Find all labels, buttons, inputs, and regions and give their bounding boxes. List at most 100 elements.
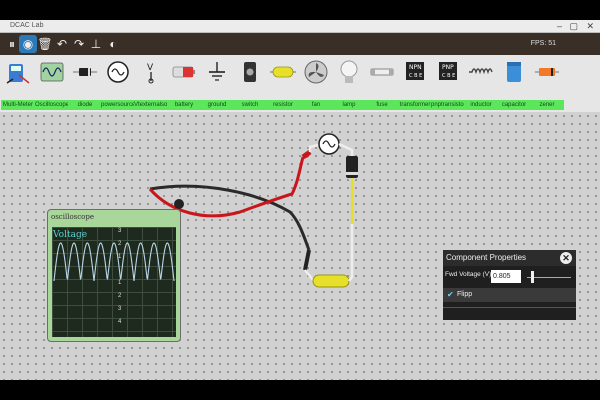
circuit-canvas[interactable]: oscilloscope Voltage 3 2 1 1 2 3 4 Compo… xyxy=(0,112,600,380)
ac-source-icon xyxy=(104,59,132,85)
maximize-button[interactable]: ▢ xyxy=(569,20,578,32)
fwd-voltage-row: Fwd Voltage (V) xyxy=(443,268,576,286)
palette-label: battery xyxy=(167,100,201,110)
resistor-icon xyxy=(269,59,297,85)
palette-item-multimeter[interactable]: Multi-Meter xyxy=(1,57,35,110)
palette-item-capacitor[interactable]: capacitor xyxy=(497,57,531,110)
flip-label: Flipp xyxy=(457,291,473,298)
ground-icon xyxy=(203,59,231,85)
inductor-icon xyxy=(467,59,495,85)
pnp-transistor-icon: PNP C B E xyxy=(434,59,462,85)
check-icon: ✔ xyxy=(447,290,454,299)
pointer-icon: ◉ xyxy=(22,37,34,51)
redo-button[interactable]: ↷ xyxy=(70,35,88,53)
fan-icon xyxy=(302,59,330,85)
svg-text:C B E: C B E xyxy=(442,73,455,79)
switch-icon xyxy=(236,59,264,85)
wire xyxy=(304,269,314,281)
palette-label: pnptransistor xyxy=(431,100,465,110)
undo-button[interactable]: ↶ xyxy=(53,35,71,53)
gauge-icon: ◐ xyxy=(109,37,117,51)
svg-text:NPN: NPN xyxy=(409,64,422,71)
fwd-voltage-label: Fwd Voltage (V) xyxy=(445,271,492,278)
divider xyxy=(443,307,576,308)
battery-icon xyxy=(170,59,198,85)
palette-label: switch xyxy=(233,100,267,110)
palette-item-zener[interactable]: zener xyxy=(530,57,564,110)
palette-item-fan[interactable]: fan xyxy=(299,57,333,110)
flip-row[interactable]: ✔ Flipp xyxy=(443,288,576,302)
component-palette: Multi-Meter Oscilloscope diode powersour… xyxy=(0,55,600,113)
multimeter-icon xyxy=(4,59,32,85)
diode-icon xyxy=(71,59,99,85)
svg-text:C B E: C B E xyxy=(409,73,422,79)
oscilloscope-screen: Voltage 3 2 1 1 2 3 4 xyxy=(52,227,176,337)
component-properties-panel: Component Properties ✕ Fwd Voltage (V) ✔… xyxy=(443,250,576,320)
pause-icon: ⏸ xyxy=(8,36,15,51)
palette-item-powersource[interactable]: powersource xyxy=(101,57,135,110)
window-title: DCAC Lab xyxy=(10,22,44,29)
close-window-button[interactable]: ✕ xyxy=(586,20,594,32)
toolbar: ⏸ ◉ 🗑 ↶ ↷ ⊥ ◐ FPS: 51 xyxy=(0,33,600,55)
capacitor-icon xyxy=(500,59,528,85)
close-icon[interactable]: ✕ xyxy=(560,252,572,264)
palette-label: Oscilloscope xyxy=(35,100,69,110)
palette-label: Multi-Meter xyxy=(1,100,35,110)
palette-item-resistor[interactable]: resistor xyxy=(266,57,300,110)
palette-item-battery[interactable]: battery xyxy=(167,57,201,110)
minimize-button[interactable]: – xyxy=(557,20,562,32)
fps-counter: FPS: 51 xyxy=(530,40,556,47)
diode-band xyxy=(346,172,358,175)
palette-label: capacitor xyxy=(497,100,531,110)
resistor-component xyxy=(312,274,350,288)
oscilloscope-icon xyxy=(38,59,66,85)
voltage-trace xyxy=(53,242,175,282)
palette-label: lamp xyxy=(332,100,366,110)
palette-item-diode[interactable]: diode xyxy=(68,57,102,110)
ground-icon: ⊥ xyxy=(90,37,102,51)
wire xyxy=(338,142,354,156)
palette-label: powersource xyxy=(101,100,135,110)
palette-item-switch[interactable]: switch xyxy=(233,57,267,110)
voltage-terminal-icon: V xyxy=(137,59,165,85)
palette-label: ground xyxy=(200,100,234,110)
ground-tool-button[interactable]: ⊥ xyxy=(87,35,105,53)
palette-item-lamp[interactable]: lamp xyxy=(332,57,366,110)
svg-text:V: V xyxy=(147,63,154,73)
black-probe xyxy=(303,249,311,271)
select-button[interactable]: ◉ xyxy=(19,35,37,53)
app-window: DCAC Lab – ▢ ✕ ⏸ ◉ 🗑 ↶ ↷ ⊥ ◐ FPS: 51 Mul… xyxy=(0,20,600,380)
palette-item-oscilloscope[interactable]: Oscilloscope xyxy=(35,57,69,110)
redo-icon: ↷ xyxy=(73,37,85,51)
delete-button[interactable]: 🗑 xyxy=(36,35,54,53)
palette-label: resistor xyxy=(266,100,300,110)
lamp-icon xyxy=(335,59,363,85)
palette-item-fuse[interactable]: fuse xyxy=(365,57,399,110)
palette-item-ground[interactable]: ground xyxy=(200,57,234,110)
slider-handle[interactable] xyxy=(531,271,534,283)
title-bar: DCAC Lab – ▢ ✕ xyxy=(0,20,600,33)
palette-item-vtexternal[interactable]: V Vtexternalsource xyxy=(134,57,168,110)
oscilloscope-panel[interactable]: oscilloscope Voltage 3 2 1 1 2 3 4 xyxy=(47,209,181,342)
palette-label: fuse xyxy=(365,100,399,110)
palette-item-transformer[interactable]: NPN C B E transformer xyxy=(398,57,432,110)
wire xyxy=(308,143,319,152)
palette-label: inductor xyxy=(464,100,498,110)
fwd-voltage-input[interactable] xyxy=(491,270,521,283)
trash-icon: 🗑 xyxy=(37,37,53,51)
npn-transistor-icon: NPN C B E xyxy=(401,59,429,85)
fuse-icon xyxy=(368,59,396,85)
settings-button[interactable]: ◐ xyxy=(104,35,122,53)
svg-text:PNP: PNP xyxy=(442,64,454,71)
probe-junction xyxy=(174,199,184,209)
palette-label: zener xyxy=(530,100,564,110)
palette-item-pnptransistor[interactable]: PNP C B E pnptransistor xyxy=(431,57,465,110)
undo-icon: ↶ xyxy=(56,37,68,51)
palette-item-inductor[interactable]: inductor xyxy=(464,57,498,110)
oscilloscope-title: oscilloscope xyxy=(51,213,95,221)
properties-title: Component Properties xyxy=(443,250,576,266)
wire-connector xyxy=(301,149,312,160)
waveform xyxy=(53,242,175,282)
palette-label: transformer xyxy=(398,100,432,110)
palette-label: fan xyxy=(299,100,333,110)
